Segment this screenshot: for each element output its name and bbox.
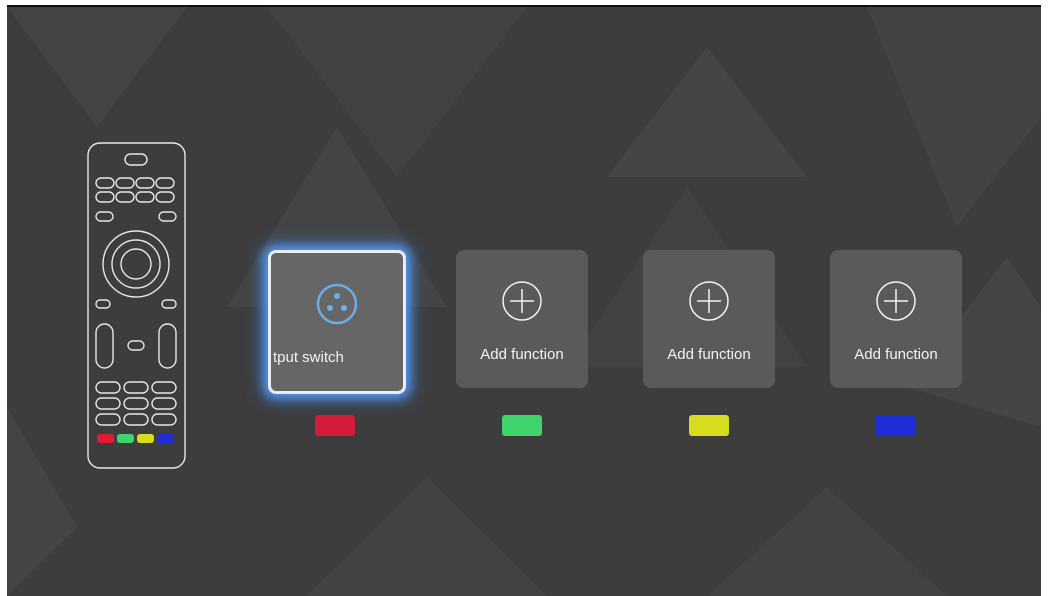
remote-blue-key bbox=[157, 434, 174, 443]
function-card-4[interactable]: Add function bbox=[830, 250, 962, 388]
function-label: tput switch bbox=[273, 349, 344, 366]
remote-control-diagram bbox=[87, 142, 186, 469]
function-label: Add function bbox=[854, 346, 938, 363]
speaker-connector-icon bbox=[316, 283, 358, 325]
green-key-indicator bbox=[502, 415, 542, 436]
blue-key-indicator bbox=[875, 415, 915, 436]
function-label: Add function bbox=[667, 346, 751, 363]
remote-green-key bbox=[117, 434, 134, 443]
function-card-2[interactable]: Add function bbox=[456, 250, 588, 388]
remote-red-key bbox=[97, 434, 114, 443]
remote-yellow-key bbox=[137, 434, 154, 443]
add-circle-icon bbox=[502, 281, 542, 321]
red-key-indicator bbox=[315, 415, 355, 436]
yellow-key-indicator bbox=[689, 415, 729, 436]
function-card-1[interactable]: tput switch bbox=[268, 250, 406, 394]
function-card-3[interactable]: Add function bbox=[643, 250, 775, 388]
function-label: Add function bbox=[480, 346, 564, 363]
tv-screen: tput switch Add function Add function Ad… bbox=[7, 7, 1041, 596]
add-circle-icon bbox=[689, 281, 729, 321]
add-circle-icon bbox=[876, 281, 916, 321]
